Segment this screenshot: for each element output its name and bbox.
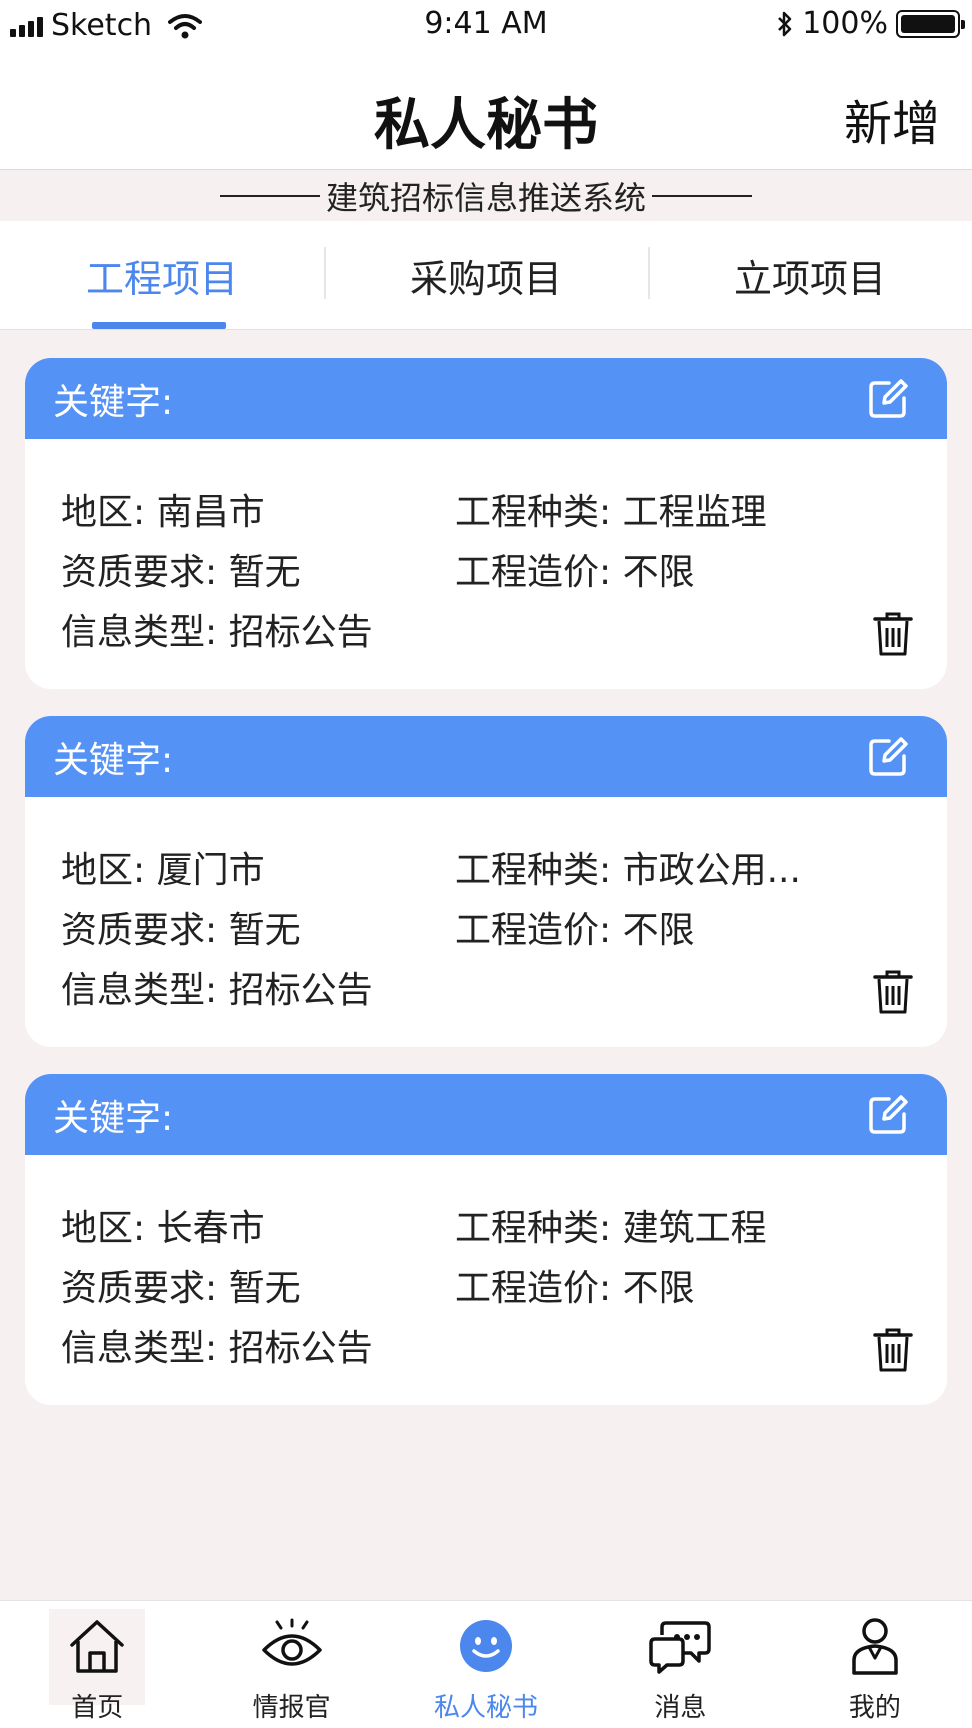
bluetooth-icon	[778, 11, 792, 36]
nav-profile[interactable]: 我的	[778, 1601, 972, 1728]
keyword-label: 关键字:	[53, 381, 174, 423]
bottom-tab-bar: 首页 情报官 私人秘书 消息 我的	[0, 1600, 972, 1728]
region-field: 地区: 厦门市	[61, 850, 265, 891]
chat-icon	[649, 1615, 712, 1677]
card-header: 关键字:	[25, 358, 947, 439]
tab-label: 采购项目	[409, 256, 562, 301]
tab-label: 工程项目	[85, 256, 238, 301]
project-type-field: 工程种类: 工程监理	[455, 492, 767, 533]
nav-intelligence[interactable]: 情报官	[194, 1601, 388, 1728]
nav-label: 我的	[848, 1693, 901, 1723]
trash-icon[interactable]	[873, 611, 913, 657]
info-type-field: 信息类型: 招标公告	[61, 612, 373, 653]
region-field: 地区: 长春市	[61, 1208, 265, 1249]
subscription-list: 关键字: 地区: 南昌市 工程种类: 工程监理 资质要求: 暂无 工程造价: 不…	[25, 358, 947, 1432]
edit-icon[interactable]	[867, 1094, 909, 1136]
cost-field: 工程造价: 不限	[455, 1268, 695, 1309]
cost-field: 工程造价: 不限	[455, 910, 695, 951]
project-type-field: 工程种类: 市政公用...	[455, 850, 801, 891]
nav-label: 消息	[654, 1693, 707, 1723]
info-type-field: 信息类型: 招标公告	[61, 1328, 373, 1369]
region-field: 地区: 南昌市	[61, 492, 265, 533]
subtitle-divider-right	[652, 195, 752, 197]
nav-home[interactable]: 首页	[0, 1601, 194, 1728]
user-icon	[844, 1615, 906, 1677]
subscription-card[interactable]: 关键字: 地区: 长春市 工程种类: 建筑工程 资质要求: 暂无 工程造价: 不…	[25, 1074, 947, 1405]
subscription-card[interactable]: 关键字: 地区: 南昌市 工程种类: 工程监理 资质要求: 暂无 工程造价: 不…	[25, 358, 947, 689]
tab-engineering[interactable]: 工程项目	[0, 221, 324, 329]
nav-label: 情报官	[252, 1693, 331, 1723]
nav-label: 首页	[71, 1693, 124, 1723]
active-tab-indicator	[92, 322, 226, 329]
edit-icon[interactable]	[867, 378, 909, 420]
subtitle-strip: 建筑招标信息推送系统	[0, 171, 972, 221]
subtitle-divider-left	[219, 195, 320, 197]
battery-icon	[896, 9, 965, 38]
category-tabs: 工程项目 采购项目 立项项目	[0, 221, 972, 330]
status-bar: Sketch 9:41 AM 100%	[0, 0, 972, 50]
card-header: 关键字:	[25, 716, 947, 797]
card-body: 地区: 南昌市 工程种类: 工程监理 资质要求: 暂无 工程造价: 不限 信息类…	[25, 439, 947, 689]
home-icon	[66, 1615, 128, 1677]
tab-label: 立项项目	[733, 256, 886, 301]
info-type-field: 信息类型: 招标公告	[61, 970, 373, 1011]
nav-bar: 私人秘书 新增	[0, 50, 972, 170]
tab-procurement[interactable]: 采购项目	[324, 221, 648, 329]
subscription-card[interactable]: 关键字: 地区: 厦门市 工程种类: 市政公用... 资质要求: 暂无 工程造价…	[25, 716, 947, 1047]
nav-secretary[interactable]: 私人秘书	[389, 1601, 583, 1728]
trash-icon[interactable]	[873, 969, 913, 1015]
qualification-field: 资质要求: 暂无	[61, 910, 301, 951]
tab-approval[interactable]: 立项项目	[648, 221, 972, 329]
keyword-label: 关键字:	[53, 739, 174, 781]
battery-percentage: 100%	[802, 6, 888, 41]
project-type-field: 工程种类: 建筑工程	[455, 1208, 767, 1249]
smiley-icon	[455, 1615, 517, 1677]
keyword-label: 关键字:	[53, 1097, 174, 1139]
nav-label: 私人秘书	[434, 1693, 539, 1723]
cost-field: 工程造价: 不限	[455, 552, 695, 593]
card-body: 地区: 长春市 工程种类: 建筑工程 资质要求: 暂无 工程造价: 不限 信息类…	[25, 1155, 947, 1405]
edit-icon[interactable]	[867, 736, 909, 778]
card-body: 地区: 厦门市 工程种类: 市政公用... 资质要求: 暂无 工程造价: 不限 …	[25, 797, 947, 1047]
qualification-field: 资质要求: 暂无	[61, 552, 301, 593]
system-subtitle: 建筑招标信息推送系统	[325, 179, 646, 217]
status-right: 100%	[776, 6, 965, 41]
add-button[interactable]: 新增	[844, 84, 940, 154]
trash-icon[interactable]	[873, 1327, 913, 1373]
eye-icon	[261, 1615, 323, 1677]
qualification-field: 资质要求: 暂无	[61, 1268, 301, 1309]
card-header: 关键字:	[25, 1074, 947, 1155]
nav-messages[interactable]: 消息	[583, 1601, 777, 1728]
page-title: 私人秘书	[374, 93, 598, 158]
